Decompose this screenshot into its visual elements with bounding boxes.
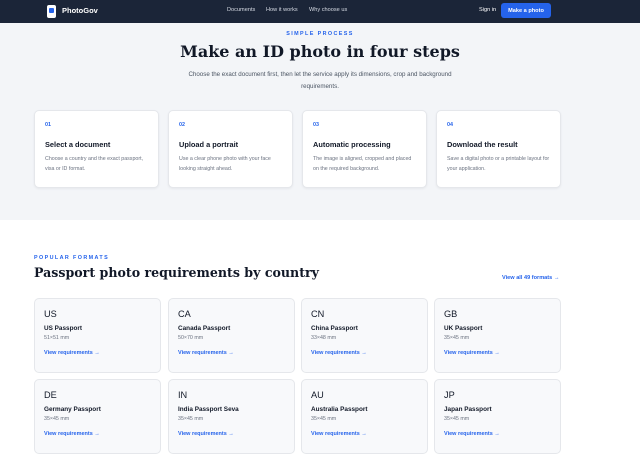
- country-code: GB: [444, 309, 458, 319]
- view-all-formats-link[interactable]: View all 49 formats →: [502, 275, 559, 281]
- photo-size: 35×45 mm: [444, 335, 470, 341]
- document-name: Germany Passport: [44, 406, 101, 413]
- country-code: AU: [311, 390, 324, 400]
- process-section: SIMPLE PROCESS Make an ID photo in four …: [0, 23, 640, 220]
- document-name: US Passport: [44, 325, 83, 332]
- make-a-photo-button[interactable]: Make a photo: [501, 3, 551, 18]
- format-card-gb[interactable]: GB UK Passport 35×45 mm View requirement…: [434, 298, 561, 373]
- document-name: UK Passport: [444, 325, 483, 332]
- country-code: CA: [178, 309, 191, 319]
- format-card-ca[interactable]: CA Canada Passport 50×70 mm View require…: [168, 298, 295, 373]
- country-code: US: [44, 309, 57, 319]
- format-card-jp[interactable]: JP Japan Passport 35×45 mm View requirem…: [434, 379, 561, 454]
- process-title: Make an ID photo in four steps: [180, 42, 460, 61]
- photo-size: 35×45 mm: [444, 416, 470, 422]
- view-requirements-link[interactable]: View requirements →: [44, 431, 151, 437]
- format-card-cn[interactable]: CN China Passport 33×48 mm View requirem…: [301, 298, 428, 373]
- format-card-de[interactable]: DE Germany Passport 35×45 mm View requir…: [34, 379, 161, 454]
- process-lead: Choose the exact document first, then le…: [188, 71, 452, 90]
- step-description: Use a clear phone photo with your face l…: [179, 156, 271, 172]
- photogov-logo-icon: [47, 4, 56, 18]
- view-requirements-link[interactable]: View requirements →: [311, 431, 418, 437]
- nav-link-documents[interactable]: Documents: [227, 7, 255, 13]
- top-navbar: PhotoGov Documents How it works Why choo…: [0, 0, 640, 23]
- view-requirements-link[interactable]: View requirements →: [178, 431, 285, 437]
- formats-title: Passport photo requirements by country: [34, 265, 319, 280]
- document-name: India Passport Seva: [178, 406, 239, 413]
- photo-size: 51×51 mm: [44, 335, 70, 341]
- step-description: Save a digital photo or a printable layo…: [447, 156, 550, 172]
- view-requirements-link[interactable]: View requirements →: [44, 350, 151, 356]
- photo-size: 35×45 mm: [311, 416, 337, 422]
- brand[interactable]: PhotoGov: [47, 4, 98, 18]
- step-title: Select a document: [45, 140, 111, 149]
- process-eyebrow: SIMPLE PROCESS: [286, 31, 354, 37]
- nav-link-why-choose-us[interactable]: Why choose us: [309, 7, 347, 13]
- step-description: The image is aligned, cropped and placed…: [313, 156, 412, 172]
- format-card-au[interactable]: AU Australia Passport 35×45 mm View requ…: [301, 379, 428, 454]
- photo-size: 50×70 mm: [178, 335, 204, 341]
- step-card-upload-portrait: 02 Upload a portrait Use a clear phone p…: [168, 110, 293, 188]
- photo-size: 33×48 mm: [311, 335, 337, 341]
- view-requirements-link[interactable]: View requirements →: [311, 350, 418, 356]
- formats-eyebrow: POPULAR FORMATS: [34, 255, 110, 261]
- country-code: JP: [444, 390, 455, 400]
- view-requirements-link[interactable]: View requirements →: [178, 350, 285, 356]
- step-number: 03: [313, 122, 319, 128]
- country-code: DE: [44, 390, 57, 400]
- format-card-us[interactable]: US US Passport 51×51 mm View requirement…: [34, 298, 161, 373]
- brand-name: PhotoGov: [62, 6, 98, 15]
- sign-in-link[interactable]: Sign in: [479, 7, 496, 13]
- nav-link-how-it-works[interactable]: How it works: [266, 7, 298, 13]
- step-number: 04: [447, 122, 453, 128]
- step-title: Download the result: [447, 140, 518, 149]
- view-requirements-link[interactable]: View requirements →: [444, 350, 551, 356]
- country-code: CN: [311, 309, 325, 319]
- country-code: IN: [178, 390, 188, 400]
- photo-size: 35×45 mm: [44, 416, 70, 422]
- step-card-download-result: 04 Download the result Save a digital ph…: [436, 110, 561, 188]
- photo-size: 35×45 mm: [178, 416, 204, 422]
- document-name: Canada Passport: [178, 325, 231, 332]
- step-number: 01: [45, 122, 51, 128]
- format-card-in[interactable]: IN India Passport Seva 35×45 mm View req…: [168, 379, 295, 454]
- document-name: China Passport: [311, 325, 358, 332]
- step-title: Automatic processing: [313, 140, 391, 149]
- step-title: Upload a portrait: [179, 140, 239, 149]
- step-card-select-document: 01 Select a document Choose a country an…: [34, 110, 159, 188]
- step-number: 02: [179, 122, 185, 128]
- step-description: Choose a country and the exact passport,…: [45, 156, 144, 172]
- step-card-automatic-processing: 03 Automatic processing The image is ali…: [302, 110, 427, 188]
- document-name: Japan Passport: [444, 406, 492, 413]
- view-requirements-link[interactable]: View requirements →: [444, 431, 551, 437]
- document-name: Australia Passport: [311, 406, 368, 413]
